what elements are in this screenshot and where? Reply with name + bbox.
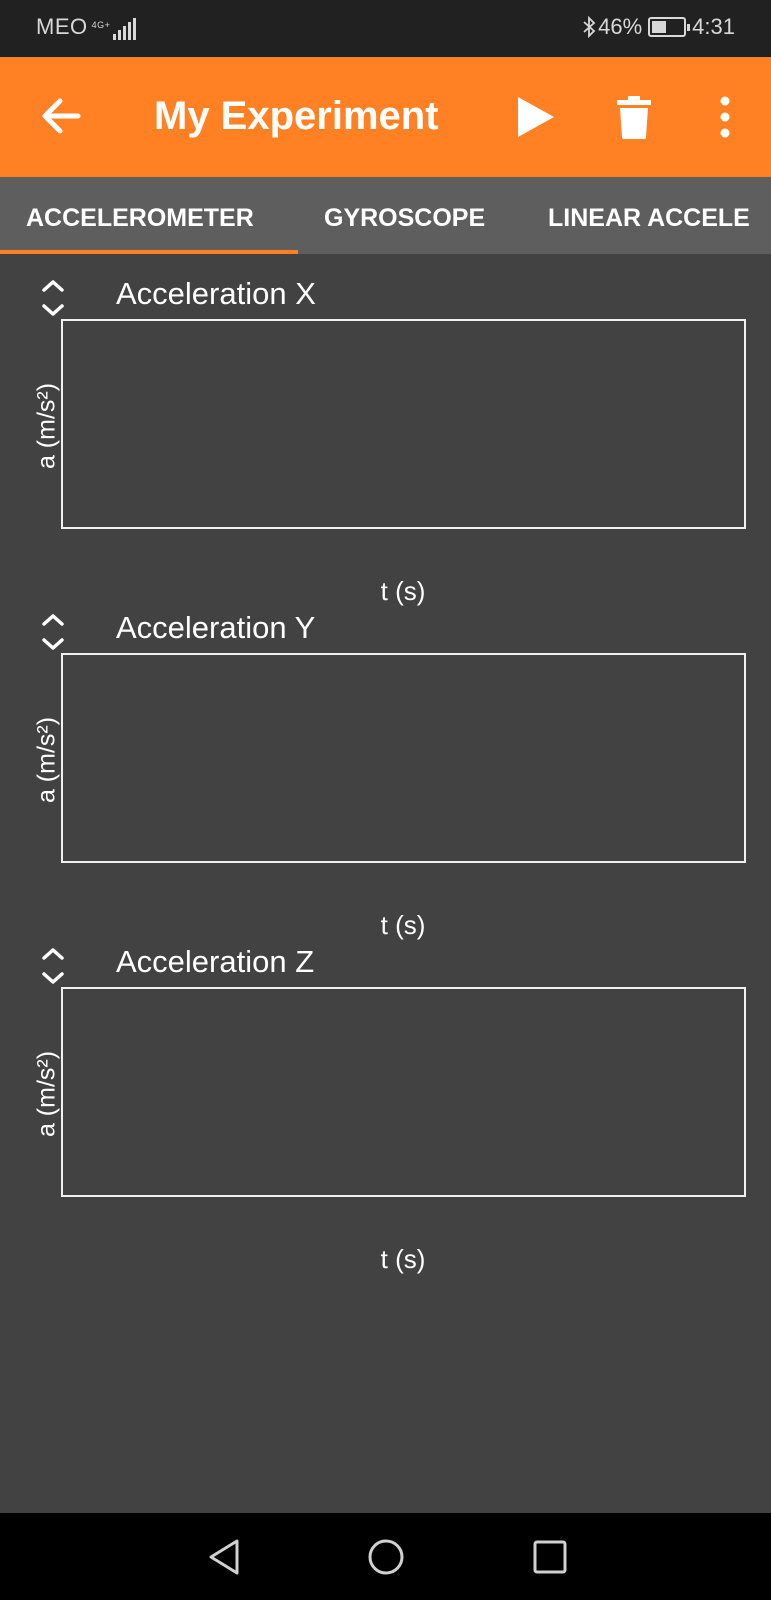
nav-back-icon[interactable] [203, 1535, 247, 1579]
page-title: My Experiment [154, 94, 439, 138]
expand-collapse-icon[interactable] [40, 612, 66, 652]
battery-percent: 46% [598, 14, 643, 39]
status-right: 46% 4:31 [582, 14, 735, 40]
battery-level-fill [652, 21, 666, 33]
signal-icon: 4G+ [92, 16, 139, 40]
y-axis-label: a (m/s²) [32, 382, 61, 470]
trash-icon[interactable] [617, 95, 651, 139]
status-left: MEO 4G+ [36, 14, 138, 40]
nav-home-icon[interactable] [364, 1535, 408, 1579]
nav-recents-icon[interactable] [528, 1535, 572, 1579]
expand-collapse-icon[interactable] [40, 946, 66, 986]
plot-area[interactable] [61, 987, 746, 1197]
tab-linear-acceleration[interactable]: LINEAR ACCELE [548, 177, 750, 254]
bluetooth-icon [583, 16, 596, 38]
more-vert-icon[interactable] [710, 95, 740, 139]
expand-collapse-icon[interactable] [40, 278, 66, 318]
tab-bar: ACCELEROMETER GYROSCOPE LINEAR ACCELE [0, 177, 771, 254]
app-bar: My Experiment [0, 57, 771, 177]
graph-title: Acceleration Y [116, 610, 316, 645]
graph-acceleration-y: Acceleration Y a (m/s²) t (s) [0, 588, 771, 940]
x-axis-label: t (s) [380, 1244, 426, 1274]
plot-area[interactable] [61, 653, 746, 863]
graph-title: Acceleration Z [116, 944, 315, 979]
graph-title: Acceleration X [116, 276, 316, 311]
tab-accelerometer[interactable]: ACCELEROMETER [26, 177, 254, 254]
system-nav-bar [0, 1513, 771, 1600]
play-icon[interactable] [516, 95, 556, 139]
graph-acceleration-z: Acceleration Z a (m/s²) t (s) [0, 922, 771, 1274]
status-time: 4:31 [692, 14, 735, 39]
network-type: 4G+ [91, 20, 111, 30]
battery-icon [648, 17, 691, 37]
status-bar: MEO 4G+ 46% 4:31 [0, 0, 771, 57]
arrow-back-icon[interactable] [38, 93, 84, 139]
y-axis-label: a (m/s²) [32, 716, 61, 804]
y-axis-label: a (m/s²) [32, 1050, 61, 1138]
plot-area[interactable] [61, 319, 746, 529]
graph-acceleration-x: Acceleration X a (m/s²) t (s) [0, 254, 771, 606]
tab-gyroscope[interactable]: GYROSCOPE [324, 177, 485, 254]
carrier-name: MEO [36, 14, 88, 39]
